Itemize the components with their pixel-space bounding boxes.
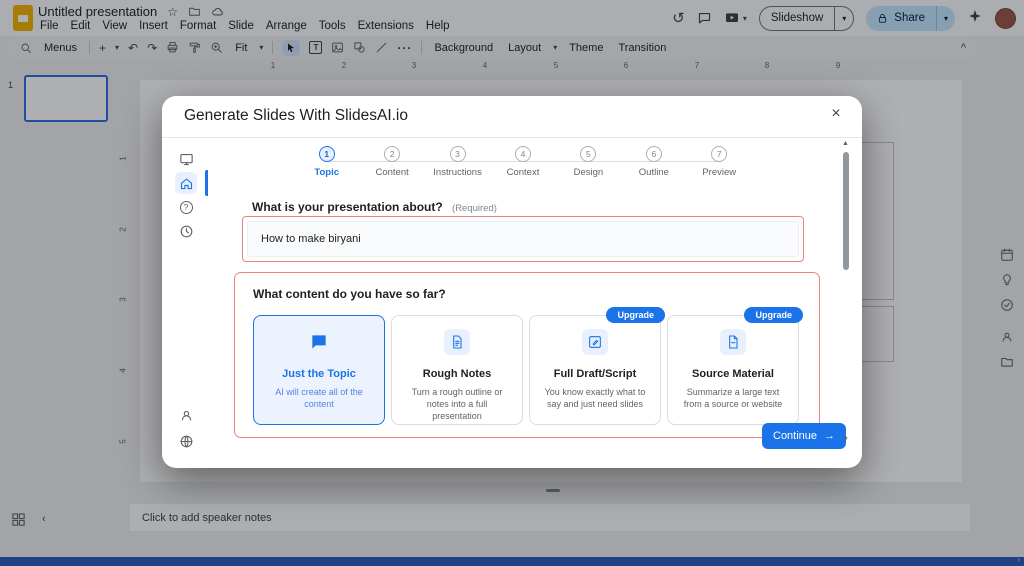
card-title: Source Material [668,368,798,380]
card-desc: Summarize a large text from a source or … [678,386,788,410]
step-context[interactable]: 4 Context [490,146,555,178]
content-option-cards: Just the Topic AI will create all of the… [253,315,799,425]
step-circle: 2 [384,146,400,162]
scroll-up-icon[interactable]: ▲ [842,140,849,147]
chat-bubble-icon [306,329,332,355]
home-icon[interactable] [175,172,197,194]
dialog-header: Generate Slides With SlidesAI.io × [162,96,862,138]
topic-question: What is your presentation about? (Requir… [252,200,497,214]
card-desc: AI will create all of the content [264,386,374,410]
upgrade-badge: Upgrade [606,307,665,323]
step-content[interactable]: 2 Content [359,146,424,178]
scroll-down-icon[interactable]: ▼ [842,436,849,443]
dialog-scrollbar[interactable]: ▲ ▼ [841,140,850,460]
step-topic[interactable]: 1 Topic [294,146,359,178]
topic-input[interactable]: How to make biryani [247,221,799,257]
step-label: Context [490,167,555,178]
source-document-icon [720,329,746,355]
help-icon[interactable]: ? [175,196,197,218]
dialog-sidebar: ? [162,138,208,468]
step-circle: 1 [319,146,335,162]
card-rough-notes[interactable]: Rough Notes Turn a rough outline or note… [391,315,523,425]
close-icon[interactable]: × [826,105,846,123]
step-label: Outline [621,167,686,178]
content-question: What content do you have so far? [253,287,446,301]
step-label: Design [556,167,621,178]
edit-draft-icon [582,329,608,355]
card-just-the-topic[interactable]: Just the Topic AI will create all of the… [253,315,385,425]
dialog-title: Generate Slides With SlidesAI.io [184,107,408,125]
arrow-right-icon: → [824,430,835,442]
content-highlight-box: What content do you have so far? Just th… [234,272,820,438]
step-label: Topic [294,167,359,178]
topic-input-value: How to make biryani [261,233,361,245]
step-label: Instructions [425,167,490,178]
topic-question-text: What is your presentation about? [252,200,443,214]
scrollbar-thumb[interactable] [843,152,849,270]
active-section-indicator [205,170,208,196]
card-title: Just the Topic [254,368,384,380]
wizard-stepper: 1 Topic 2 Content 3 Instructions 4 Conte… [294,146,752,178]
step-label: Preview [687,167,752,178]
card-source-material[interactable]: Upgrade Source Material Summarize a larg… [667,315,799,425]
topic-highlight-box: How to make biryani [242,216,804,262]
help-mark: ? [184,202,189,212]
step-circle: 7 [711,146,727,162]
card-desc: You know exactly what to say and just ne… [540,386,650,410]
card-desc: Turn a rough outline or notes into a ful… [402,386,512,422]
notes-icon [444,329,470,355]
card-title: Rough Notes [392,368,522,380]
step-circle: 5 [580,146,596,162]
step-preview[interactable]: 7 Preview [687,146,752,178]
dialog-body: ? 1 Topic 2 Content 3 Instructions [162,138,862,468]
translate-icon[interactable] [175,430,197,452]
history-icon[interactable] [175,220,197,242]
step-instructions[interactable]: 3 Instructions [425,146,490,178]
step-label: Content [359,167,424,178]
required-label: (Required) [452,203,497,214]
card-full-draft-script[interactable]: Upgrade Full Draft/Script You know exact… [529,315,661,425]
presentations-icon[interactable] [175,148,197,170]
step-design[interactable]: 5 Design [556,146,621,178]
continue-button[interactable]: Continue → [762,423,846,449]
screen: Untitled presentation ☆ File Edit View I… [0,0,1024,566]
step-outline[interactable]: 6 Outline [621,146,686,178]
step-circle: 4 [515,146,531,162]
slidesai-dialog: Generate Slides With SlidesAI.io × ? 1 T… [162,96,862,468]
account-icon[interactable] [175,404,197,426]
upgrade-badge: Upgrade [744,307,803,323]
continue-label: Continue [773,430,817,442]
card-title: Full Draft/Script [530,368,660,380]
step-circle: 3 [450,146,466,162]
step-circle: 6 [646,146,662,162]
